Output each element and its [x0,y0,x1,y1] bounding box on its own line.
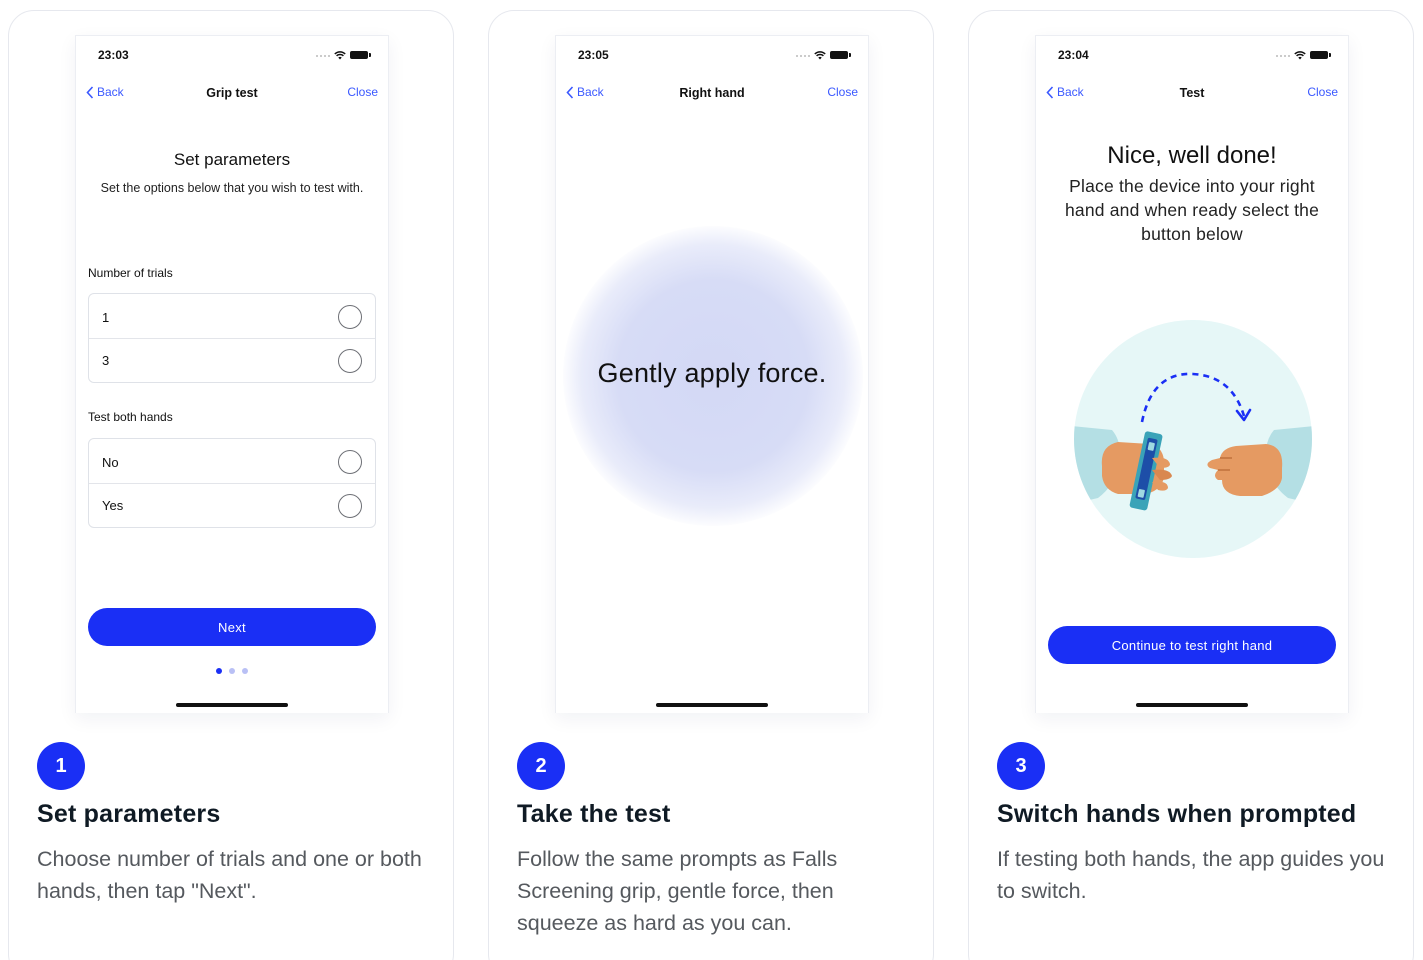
radio-button[interactable] [338,348,362,373]
chevron-left-icon [1046,85,1054,99]
back-label: Back [1057,85,1084,99]
trials-label: Number of trials [88,266,173,280]
trials-option-1[interactable]: 1 [89,295,375,339]
step-description: Choose number of trials and one or both … [37,847,422,903]
signal-icon [1276,53,1290,57]
back-label: Back [577,85,604,99]
chevron-left-icon [566,85,574,99]
phone-screenshot-grip-test: 23:03 Back Grip test Close Set parameter… [75,35,389,713]
step-number-badge: 3 [997,742,1045,790]
page-indicator [76,668,388,674]
step-title: Switch hands when prompted [997,800,1357,828]
home-indicator [656,703,768,707]
status-bar: 23:03 [76,48,388,64]
screen-subheading: Place the device into your right hand an… [1064,176,1320,244]
option-label: No [102,454,119,470]
page-dot [229,668,235,674]
wifi-icon [1294,51,1306,60]
screen-heading: Set parameters [173,150,291,169]
back-button[interactable]: Back [566,85,604,99]
both-hands-option-no[interactable]: No [89,440,375,484]
signal-icon [316,53,330,57]
status-bar: 23:05 [556,48,868,64]
battery-icon [1310,51,1331,59]
option-label: 3 [102,353,110,368]
phone-screenshot-test: 23:04 Back Test Close Nice, well done! P… [1035,35,1349,713]
trials-options: 1 3 [88,293,376,383]
status-time: 23:05 [578,48,609,62]
switch-hands-illustration [1074,320,1312,558]
step-description: Follow the same prompts as Falls Screeni… [517,847,838,935]
nav-bar: Back Test Close [1036,82,1348,104]
status-time: 23:03 [98,48,129,62]
wifi-icon [814,51,826,60]
radio-button[interactable] [338,450,362,474]
home-indicator [176,703,288,707]
page-dot-active [216,668,222,674]
step-card-3: 23:04 Back Test Close Nice, well done! P… [968,10,1414,960]
step-number-badge: 2 [517,742,565,790]
phone-screenshot-right-hand: 23:05 Back Right hand Close Gently apply… [555,35,869,713]
radio-button[interactable] [338,493,362,518]
close-button[interactable]: Close [827,85,858,99]
force-prompt: Gently apply force. [597,358,827,388]
battery-icon [830,51,851,59]
close-button[interactable]: Close [1307,85,1338,99]
both-hands-options: No Yes [88,438,376,528]
battery-icon [350,51,371,59]
signal-icon [796,53,810,57]
page-dot [242,668,248,674]
home-indicator [1136,703,1248,707]
screen-heading: Nice, well done! [1107,142,1277,169]
both-hands-label: Test both hands [88,410,173,424]
back-button[interactable]: Back [1046,85,1084,99]
step-number-badge: 1 [37,742,85,790]
status-time: 23:04 [1058,48,1089,62]
nav-bar: Back Right hand Close [556,82,868,104]
trials-option-3[interactable]: 3 [89,338,375,382]
next-button[interactable]: Next [88,608,376,646]
option-label: Yes [102,498,124,513]
back-label: Back [97,85,124,99]
wifi-icon [334,51,346,60]
screen-subheading: Set the options below that you wish to t… [100,181,364,195]
step-title: Take the test [517,800,671,828]
status-bar: 23:04 [1036,48,1348,64]
step-card-1: 23:03 Back Grip test Close Set parameter… [8,10,454,960]
step-title: Set parameters [37,800,221,828]
step-description: If testing both hands, the app guides yo… [997,847,1385,903]
both-hands-option-yes[interactable]: Yes [89,483,375,527]
continue-button[interactable]: Continue to test right hand [1048,626,1336,664]
radio-button[interactable] [338,305,362,329]
back-button[interactable]: Back [86,85,124,99]
close-button[interactable]: Close [347,85,378,99]
option-label: 1 [102,309,110,325]
nav-bar: Back Grip test Close [76,82,388,104]
chevron-left-icon [86,85,94,99]
step-card-2: 23:05 Back Right hand Close Gently apply… [488,10,934,960]
